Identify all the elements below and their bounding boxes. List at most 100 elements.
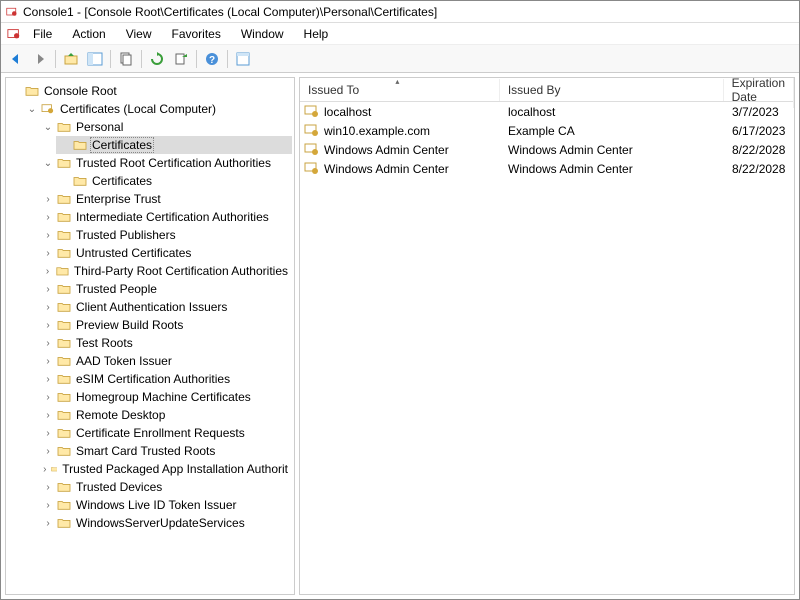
list-row[interactable]: Windows Admin Center Windows Admin Cente… bbox=[300, 159, 794, 178]
cell-text: Windows Admin Center bbox=[324, 162, 449, 176]
expand-icon[interactable]: › bbox=[42, 320, 54, 331]
expand-icon[interactable]: › bbox=[42, 230, 54, 241]
expand-icon[interactable]: › bbox=[42, 194, 54, 205]
expand-icon[interactable]: › bbox=[42, 446, 54, 457]
tree-node-preview-build[interactable]: › Preview Build Roots bbox=[40, 316, 292, 334]
forward-button[interactable] bbox=[29, 48, 51, 70]
folder-icon bbox=[57, 301, 71, 313]
column-header-issued-to[interactable]: Issued To bbox=[300, 79, 500, 101]
expand-icon[interactable]: › bbox=[42, 302, 54, 313]
tree-node-trusted-packaged[interactable]: ›Trusted Packaged App Installation Autho… bbox=[40, 460, 292, 478]
tree-node-trusted-publishers[interactable]: › Trusted Publishers bbox=[40, 226, 292, 244]
list-row[interactable]: win10.example.com Example CA 6/17/2023 bbox=[300, 121, 794, 140]
menu-view[interactable]: View bbox=[118, 25, 160, 43]
tree-label: WindowsServerUpdateServices bbox=[74, 516, 247, 530]
tree-label: Certificates bbox=[90, 137, 154, 153]
cell-expiration: 8/22/2028 bbox=[724, 143, 794, 157]
expand-icon[interactable]: › bbox=[42, 338, 54, 349]
tree-node-personal[interactable]: ⌄ Personal bbox=[40, 118, 292, 136]
expand-icon[interactable]: › bbox=[42, 284, 54, 295]
tree-node-client-auth[interactable]: › Client Authentication Issuers bbox=[40, 298, 292, 316]
expand-icon[interactable]: › bbox=[42, 464, 48, 475]
expand-icon[interactable]: ⌄ bbox=[42, 158, 54, 169]
tree-node-console-root[interactable]: ▸ Console Root bbox=[8, 82, 292, 100]
tree-label: Enterprise Trust bbox=[74, 192, 163, 206]
folder-icon bbox=[57, 517, 71, 529]
tree-node-personal-certificates[interactable]: ▸ Certificates bbox=[56, 136, 292, 154]
tree-label: Smart Card Trusted Roots bbox=[74, 444, 217, 458]
menu-window[interactable]: Window bbox=[233, 25, 292, 43]
tree-label: Trusted Publishers bbox=[74, 228, 178, 242]
tree-node-remote-desktop[interactable]: ›Remote Desktop bbox=[40, 406, 292, 424]
tree-label: Client Authentication Issuers bbox=[74, 300, 229, 314]
menu-favorites[interactable]: Favorites bbox=[164, 25, 229, 43]
menu-action[interactable]: Action bbox=[64, 25, 113, 43]
tree-node-test-roots[interactable]: ›Test Roots bbox=[40, 334, 292, 352]
expand-icon[interactable]: › bbox=[42, 518, 54, 529]
menu-help[interactable]: Help bbox=[296, 25, 337, 43]
tree-node-thirdparty-root[interactable]: ›Third-Party Root Certification Authorit… bbox=[40, 262, 292, 280]
tree-label: Preview Build Roots bbox=[74, 318, 185, 332]
column-header-expiration[interactable]: Expiration Date bbox=[724, 77, 794, 108]
window-title: Console1 - [Console Root\Certificates (L… bbox=[23, 5, 437, 19]
tree-pane[interactable]: ▸ Console Root ⌄ Certificates (Local Com… bbox=[5, 77, 295, 595]
show-hide-tree-button[interactable] bbox=[84, 48, 106, 70]
tree-node-cert-enroll[interactable]: › Certificate Enrollment Requests bbox=[40, 424, 292, 442]
tree-label: Certificate Enrollment Requests bbox=[74, 426, 247, 440]
expand-icon[interactable]: › bbox=[42, 428, 54, 439]
menu-file[interactable]: File bbox=[25, 25, 60, 43]
cell-issued-by: Windows Admin Center bbox=[500, 162, 724, 176]
tree-node-aad[interactable]: ›AAD Token Issuer bbox=[40, 352, 292, 370]
tree-node-homegroup[interactable]: ›Homegroup Machine Certificates bbox=[40, 388, 292, 406]
list-row[interactable]: localhost localhost 3/7/2023 bbox=[300, 102, 794, 121]
tree-node-esim[interactable]: ›eSIM Certification Authorities bbox=[40, 370, 292, 388]
tree-node-trusted-root-certificates[interactable]: ▸ Certificates bbox=[56, 172, 292, 190]
expand-icon[interactable]: › bbox=[42, 482, 54, 493]
folder-icon bbox=[57, 247, 71, 259]
tree-node-trusted-people[interactable]: ›Trusted People bbox=[40, 280, 292, 298]
help-button[interactable]: ? bbox=[201, 48, 223, 70]
cell-issued-to: Windows Admin Center bbox=[300, 162, 500, 176]
expand-icon[interactable]: › bbox=[42, 266, 53, 277]
tree-label: Certificates bbox=[90, 174, 154, 188]
system-menu-icon[interactable] bbox=[7, 27, 21, 41]
folder-icon bbox=[57, 193, 71, 205]
tree-node-trusted-root-ca[interactable]: ⌄ Trusted Root Certification Authorities bbox=[40, 154, 292, 172]
tree-node-trusted-devices[interactable]: › Trusted Devices bbox=[40, 478, 292, 496]
cell-issued-by: Windows Admin Center bbox=[500, 143, 724, 157]
tree-node-untrusted[interactable]: ›Untrusted Certificates bbox=[40, 244, 292, 262]
refresh-button[interactable] bbox=[146, 48, 168, 70]
expand-icon[interactable]: › bbox=[42, 500, 54, 511]
cell-expiration: 6/17/2023 bbox=[724, 124, 794, 138]
expand-icon[interactable]: ⌄ bbox=[42, 122, 54, 133]
expand-icon[interactable]: ⌄ bbox=[26, 104, 38, 115]
tree-node-intermediate-ca[interactable]: ›Intermediate Certification Authorities bbox=[40, 208, 292, 226]
cell-issued-by: Example CA bbox=[500, 124, 724, 138]
copy-button[interactable] bbox=[115, 48, 137, 70]
folder-icon bbox=[57, 499, 71, 511]
new-window-button[interactable] bbox=[232, 48, 254, 70]
column-header-issued-by[interactable]: Issued By bbox=[500, 79, 724, 101]
folder-icon bbox=[57, 355, 71, 367]
expand-icon[interactable]: › bbox=[42, 212, 54, 223]
back-button[interactable] bbox=[5, 48, 27, 70]
tree-node-windows-live-id[interactable]: ›Windows Live ID Token Issuer bbox=[40, 496, 292, 514]
expand-icon[interactable]: › bbox=[42, 410, 54, 421]
list-header: Issued To Issued By Expiration Date bbox=[300, 78, 794, 102]
export-button[interactable] bbox=[170, 48, 192, 70]
expand-icon[interactable]: › bbox=[42, 248, 54, 259]
expand-icon[interactable]: › bbox=[42, 374, 54, 385]
expand-icon[interactable]: › bbox=[42, 356, 54, 367]
tree-node-certificates-local-computer[interactable]: ⌄ Certificates (Local Computer) bbox=[24, 100, 292, 118]
tree-node-wsus[interactable]: › WindowsServerUpdateServices bbox=[40, 514, 292, 532]
cell-text: localhost bbox=[324, 105, 371, 119]
expand-icon[interactable]: › bbox=[42, 392, 54, 403]
tree-node-smartcard[interactable]: › Smart Card Trusted Roots bbox=[40, 442, 292, 460]
tree-label: Trusted Devices bbox=[74, 480, 164, 494]
tree-label: Trusted Root Certification Authorities bbox=[74, 156, 273, 170]
list-row[interactable]: Windows Admin Center Windows Admin Cente… bbox=[300, 140, 794, 159]
folder-icon bbox=[57, 229, 71, 241]
list-body[interactable]: localhost localhost 3/7/2023 win10.examp… bbox=[300, 102, 794, 594]
up-button[interactable] bbox=[60, 48, 82, 70]
tree-node-enterprise-trust[interactable]: › Enterprise Trust bbox=[40, 190, 292, 208]
